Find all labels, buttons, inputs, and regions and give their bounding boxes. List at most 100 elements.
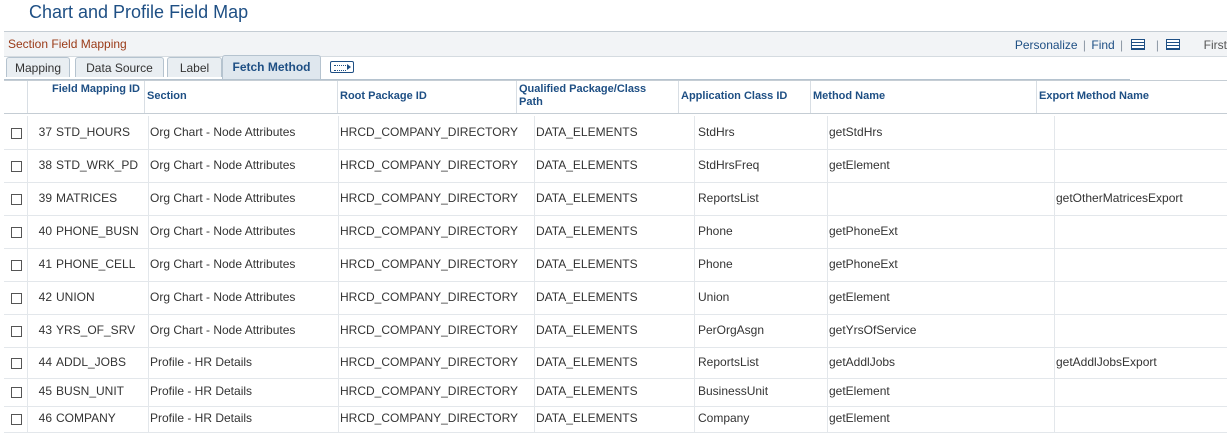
table-row: 40 PHONE_BUSN Org Chart - Node Attributes H… (4, 215, 1227, 249)
grid-header: Section Field Mapping Personalize | Find… (4, 31, 1227, 57)
cell-path: DATA_ELEMENTS (536, 384, 638, 398)
tab-label[interactable]: Label (167, 57, 222, 77)
table-row: 39 MATRICES Org Chart - Node Attributes HRC… (4, 182, 1227, 216)
cell-divider (27, 116, 28, 149)
cell-divider (827, 182, 828, 215)
tab-data-source[interactable]: Data Source (75, 57, 164, 77)
cell-divider (27, 182, 28, 215)
cell-divider (338, 347, 339, 378)
column-header-row: Field Mapping ID Section Root Package ID… (4, 80, 1227, 114)
cell-root: HRCD_COMPANY_DIRECTORY (340, 158, 519, 172)
row-number: 39 (38, 191, 52, 205)
cell-divider (694, 378, 695, 406)
cell-appclass: Phone (698, 257, 733, 271)
cell-divider (694, 149, 695, 182)
cell-field: UNION (56, 290, 95, 304)
personalize-link[interactable]: Personalize (1015, 38, 1078, 52)
row-select-checkbox[interactable] (11, 326, 22, 337)
find-link[interactable]: Find (1091, 38, 1114, 52)
row-select-checkbox[interactable] (11, 358, 22, 369)
cell-divider (1054, 281, 1055, 314)
cell-method: getYrsOfService (829, 323, 917, 337)
cell-path: DATA_ELEMENTS (536, 411, 638, 425)
cell-divider (694, 182, 695, 215)
cell-divider (148, 378, 149, 406)
cell-field: ADDL_JOBS (56, 355, 127, 369)
cell-divider (534, 248, 535, 281)
cell-divider (1054, 116, 1055, 149)
column-divider (810, 81, 811, 113)
cell-divider (338, 149, 339, 182)
col-root-package-id[interactable]: Root Package ID (340, 90, 427, 103)
table-row: 41 PHONE_CELL Org Chart - Node Attributes H… (4, 248, 1227, 282)
column-divider (337, 81, 338, 113)
cell-divider (148, 215, 149, 248)
cell-divider (148, 281, 149, 314)
col-qualified-path[interactable]: Qualified Package/Class Path (519, 83, 669, 109)
col-method-name[interactable]: Method Name (813, 90, 885, 103)
cell-divider (1054, 314, 1055, 347)
cell-divider (827, 281, 828, 314)
col-app-class-id[interactable]: Application Class ID (681, 90, 787, 103)
cell-section: Org Chart - Node Attributes (150, 158, 296, 172)
col-export-method-name[interactable]: Export Method Name (1039, 90, 1149, 103)
cell-path: DATA_ELEMENTS (536, 257, 638, 271)
cell-section: Org Chart - Node Attributes (150, 224, 296, 238)
cell-path: DATA_ELEMENTS (536, 191, 638, 205)
cell-method: getElement (829, 411, 890, 425)
table-row: 44 ADDL_JOBS Profile - HR Details HRCD_COMP… (4, 347, 1227, 379)
cell-divider (148, 248, 149, 281)
cell-path: DATA_ELEMENTS (536, 158, 638, 172)
cell-divider (534, 314, 535, 347)
cell-divider (1054, 378, 1055, 406)
cell-divider (827, 347, 828, 378)
cell-divider (694, 248, 695, 281)
cell-divider (338, 314, 339, 347)
toolbar-separator: | (1120, 37, 1124, 52)
cell-field: STD_WRK_PD (56, 158, 139, 172)
cell-divider (827, 248, 828, 281)
new-window-icon[interactable] (1130, 39, 1145, 51)
cell-method: getPhoneExt (829, 257, 898, 271)
cell-divider (27, 248, 28, 281)
show-all-columns-icon[interactable] (330, 61, 354, 73)
col-section[interactable]: Section (147, 90, 187, 103)
table-row: 38 STD_WRK_PD Org Chart - Node Attributes H… (4, 149, 1227, 183)
cell-divider (27, 281, 28, 314)
row-select-checkbox[interactable] (11, 161, 22, 172)
cell-section: Org Chart - Node Attributes (150, 125, 296, 139)
cell-divider (694, 116, 695, 149)
tab-mapping[interactable]: Mapping (6, 57, 70, 77)
row-select-checkbox[interactable] (11, 227, 22, 238)
row-select-checkbox[interactable] (11, 414, 22, 425)
row-select-checkbox[interactable] (11, 293, 22, 304)
cell-path: DATA_ELEMENTS (536, 224, 638, 238)
cell-field: PHONE_CELL (56, 257, 136, 271)
cell-appclass: Company (698, 411, 750, 425)
cell-field: MATRICES (56, 191, 118, 205)
row-number: 42 (38, 290, 52, 304)
cell-method: getElement (829, 158, 890, 172)
cell-root: HRCD_COMPANY_DIRECTORY (340, 355, 519, 369)
row-select-checkbox[interactable] (11, 128, 22, 139)
download-grid-icon[interactable] (1166, 39, 1181, 51)
row-select-checkbox[interactable] (11, 194, 22, 205)
cell-root: HRCD_COMPANY_DIRECTORY (340, 257, 519, 271)
cell-section: Org Chart - Node Attributes (150, 290, 296, 304)
cell-root: HRCD_COMPANY_DIRECTORY (340, 290, 519, 304)
cell-divider (827, 378, 828, 406)
tab-fetch-method[interactable]: Fetch Method (222, 55, 321, 79)
cell-divider (694, 314, 695, 347)
row-select-checkbox[interactable] (11, 387, 22, 398)
table-row: 43 YRS_OF_SRV Org Chart - Node Attributes H… (4, 314, 1227, 348)
cell-field: STD_HOURS (56, 125, 131, 139)
cell-divider (338, 248, 339, 281)
col-field-mapping-id[interactable]: Field Mapping ID (52, 83, 140, 96)
cell-method: getAddlJobs (829, 355, 896, 369)
cell-divider (27, 406, 28, 432)
row-select-checkbox[interactable] (11, 260, 22, 271)
cell-root: HRCD_COMPANY_DIRECTORY (340, 125, 519, 139)
cell-divider (827, 149, 828, 182)
column-divider (27, 81, 28, 113)
cell-divider (148, 314, 149, 347)
